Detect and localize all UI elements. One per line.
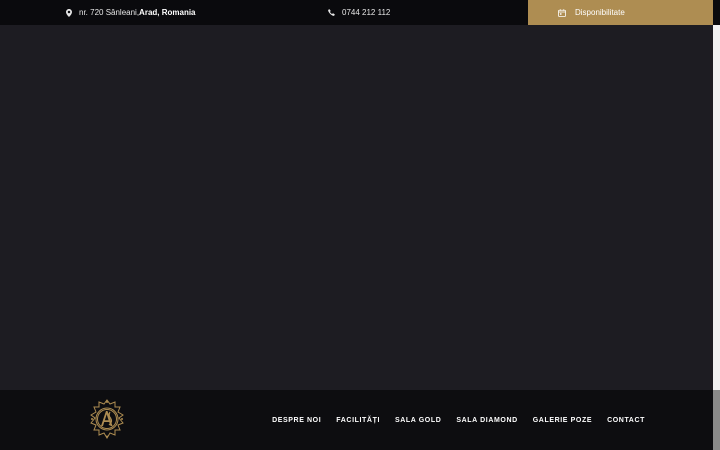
main-navigation: DESPRE NOI FACILITĂȚI SALA GOLD SALA DIA… [0, 390, 713, 450]
availability-label: Disponibilitate [575, 8, 625, 17]
nav-menu: DESPRE NOI FACILITĂȚI SALA GOLD SALA DIA… [272, 390, 645, 450]
address-city: Arad, Romania [139, 8, 196, 17]
hero-section [0, 25, 713, 390]
nav-item-contact[interactable]: CONTACT [607, 417, 645, 424]
address-text: nr. 720 Sânleani, [79, 8, 140, 17]
top-bar: nr. 720 Sânleani, Arad, Romania 0744 212… [0, 0, 720, 25]
phone[interactable]: 0744 212 112 [328, 0, 390, 25]
phone-number: 0744 212 112 [342, 8, 391, 17]
calendar-icon [558, 8, 566, 17]
nav-item-sala-diamond[interactable]: SALA DIAMOND [456, 417, 517, 424]
nav-item-sala-gold[interactable]: SALA GOLD [395, 417, 441, 424]
scrollbar-track[interactable] [713, 25, 720, 390]
page: nr. 720 Sânleani, Arad, Romania 0744 212… [0, 0, 720, 450]
nav-item-facilitati[interactable]: FACILITĂȚI [336, 417, 380, 424]
nav-item-galerie-poze[interactable]: GALERIE POZE [533, 417, 592, 424]
scrollbar-thumb[interactable] [713, 390, 720, 450]
nav-item-despre-noi[interactable]: DESPRE NOI [272, 417, 321, 424]
brand-logo[interactable] [86, 399, 128, 441]
map-marker-icon [66, 8, 72, 17]
availability-button[interactable]: Disponibilitate [528, 0, 713, 25]
address: nr. 720 Sânleani, Arad, Romania [66, 0, 196, 25]
phone-icon [328, 9, 335, 16]
